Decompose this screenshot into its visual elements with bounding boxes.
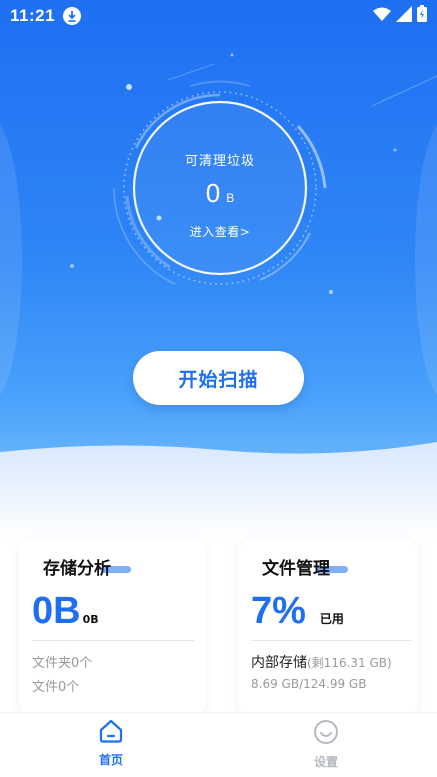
wifi-icon [373,7,391,26]
battery-icon [417,5,427,27]
hero-wave [0,442,437,540]
storage-analysis-title: 存储分析 [43,559,111,579]
storage-total-value: 0B [32,590,81,632]
junk-size-unit: B [226,191,235,205]
usage-value-row: 7% 已用 [251,590,344,633]
file-management-title: 文件管理 [262,559,330,579]
storage-usage: 8.69 GB/124.99 GB [251,677,367,691]
internal-storage-label: 内部存储 [251,655,307,671]
gauge-readout: 可清理垃圾 0 B 进入查看> [110,78,330,298]
storage-analysis-card[interactable]: 存储分析 0B 0B 文件夹0个 文件0个 [19,540,206,715]
junk-size-value: 0 [205,178,221,208]
tab-settings[interactable]: 设置 [286,719,366,770]
tab-home[interactable]: 首页 [71,719,151,768]
used-label: 已用 [319,612,344,626]
divider [32,640,194,641]
view-details-link[interactable]: 进入查看> [110,223,330,240]
tab-home-label: 首页 [98,753,123,767]
start-scan-button[interactable]: 开始扫描 [133,351,304,405]
status-time: 11:21 [10,6,56,25]
storage-sub-value: 0B [82,613,99,626]
download-icon [63,7,82,25]
internal-storage-row: 内部存储(剩116.31 GB) [251,652,392,672]
storage-value-row: 0B 0B [32,590,99,633]
status-bar: 11:21 [0,0,437,32]
folder-count: 文件夹0个 [32,656,93,671]
gauge-value: 0 B [110,178,330,209]
used-percent: 7% [251,590,306,632]
signal-icon [396,5,412,27]
gauge-label: 可清理垃圾 [184,154,255,169]
divider [251,640,412,641]
file-management-card[interactable]: 文件管理 7% 已用 内部存储(剩116.31 GB) 8.69 GB/124.… [238,540,418,715]
home-icon [98,719,124,747]
tab-settings-label: 设置 [313,755,338,769]
hero-banner: 11:21 可清理垃圾 0 B 进入查看> 开始扫描 [0,0,437,470]
file-count: 文件0个 [32,680,80,695]
smiley-icon [313,719,339,749]
bottom-tab-bar: 首页 设置 [0,712,437,777]
remaining-space: (剩116.31 GB) [307,656,392,670]
